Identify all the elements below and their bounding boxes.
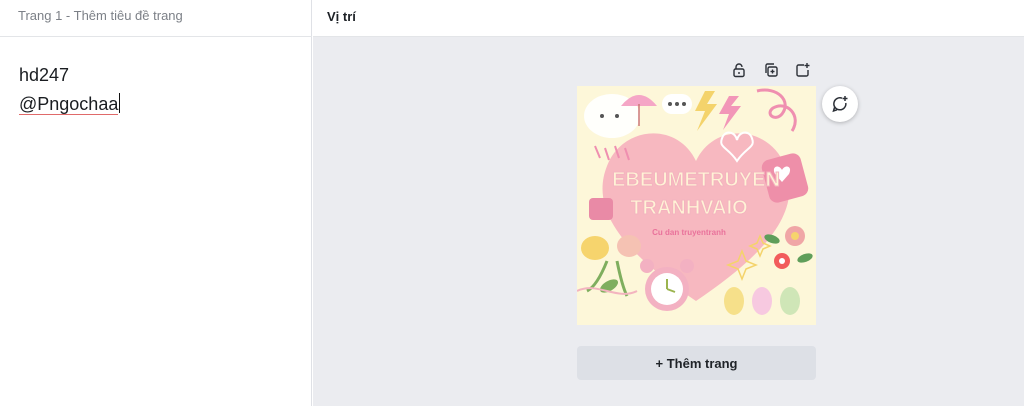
lock-icon[interactable]: [729, 60, 749, 80]
notes-editor[interactable]: hd247 @Pngochaa: [19, 61, 121, 119]
position-title: Vị trí: [327, 9, 356, 24]
page-title[interactable]: Trang 1 - Thêm tiêu đề trang: [18, 8, 183, 24]
thumbnail-title-line-2: TRANHVAIO: [630, 197, 747, 219]
add-comment-button[interactable]: [822, 86, 858, 122]
thumbnail-title-line-1: EBEUMETRUYEN: [612, 169, 780, 191]
thumbnail-subtitle: Cu dan truyentranh: [652, 228, 726, 237]
add-comment-icon: [832, 96, 848, 113]
add-page-button[interactable]: + Thêm trang: [577, 346, 816, 380]
notes-line-1[interactable]: hd247: [19, 61, 120, 90]
page-thumbnail[interactable]: EBEUMETRUYEN TRANHVAIO Cu dan truyentran…: [577, 86, 816, 325]
add-page-icon[interactable]: [793, 60, 813, 80]
notes-line-2[interactable]: @Pngochaa: [19, 90, 121, 119]
thumbnail-artwork: EBEUMETRUYEN TRANHVAIO Cu dan truyentran…: [577, 86, 816, 325]
notes-line-2-text[interactable]: @Pngochaa: [19, 94, 119, 115]
notes-header: Trang 1 - Thêm tiêu đề trang: [0, 0, 312, 37]
text-caret: [119, 93, 121, 113]
duplicate-icon[interactable]: [761, 60, 781, 80]
position-header: Vị trí: [313, 0, 1024, 37]
